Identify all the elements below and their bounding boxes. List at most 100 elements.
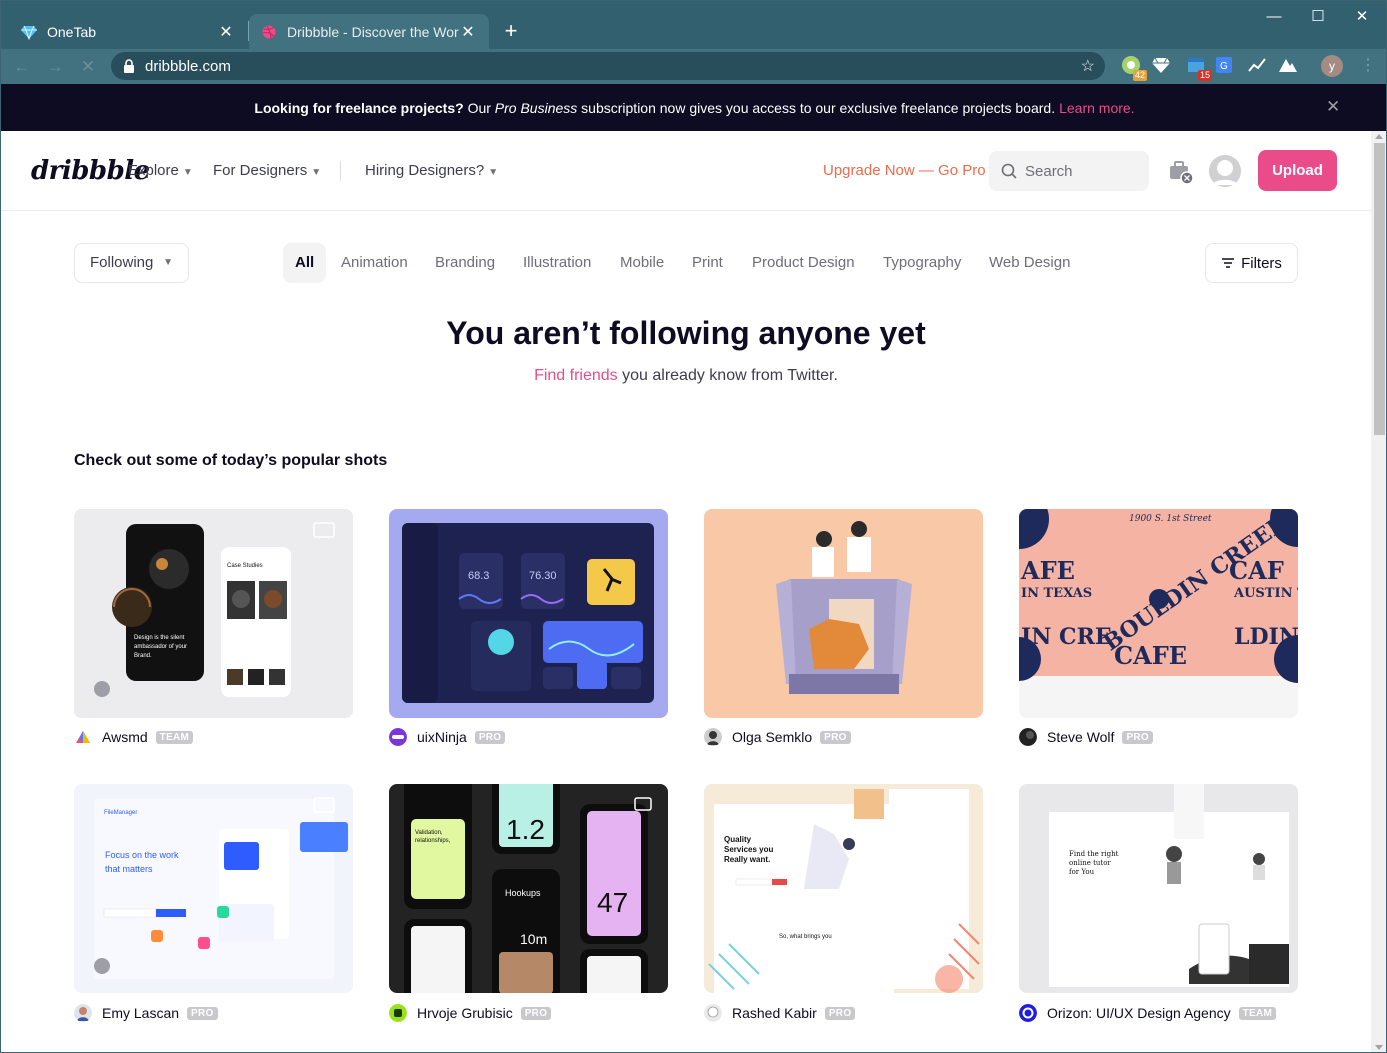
pro-badge: PRO bbox=[474, 730, 506, 744]
shot-thumbnail[interactable]: 68.3 76.30 bbox=[389, 509, 668, 718]
forward-button[interactable]: → bbox=[44, 56, 66, 78]
stop-button[interactable]: ✕ bbox=[77, 56, 99, 78]
chevron-down-icon: ▼ bbox=[488, 167, 499, 178]
maximize-button[interactable]: ☐ bbox=[1298, 7, 1338, 27]
address-bar[interactable]: dribbble.com ☆ bbox=[111, 52, 1105, 80]
category-print[interactable]: Print bbox=[692, 243, 723, 283]
nav-for-designers[interactable]: For Designers ▼ bbox=[213, 162, 321, 179]
shot-thumbnail[interactable]: Find the right online tutor for You bbox=[1019, 784, 1298, 993]
upgrade-link[interactable]: Upgrade Now — Go Pro bbox=[823, 162, 986, 179]
close-icon[interactable]: ✕ bbox=[217, 22, 235, 42]
following-dropdown[interactable]: Following ▼ bbox=[74, 243, 189, 283]
chevron-down-icon: ▼ bbox=[182, 167, 193, 178]
new-tab-button[interactable]: + bbox=[498, 19, 524, 45]
shot-author[interactable]: Emy Lascan PRO bbox=[74, 1002, 218, 1024]
upload-button[interactable]: Upload bbox=[1258, 150, 1337, 191]
search-placeholder: Search bbox=[1025, 162, 1073, 180]
svg-text:ambassador of your: ambassador of your bbox=[134, 644, 187, 650]
svg-text:relationships,: relationships, bbox=[415, 838, 451, 844]
user-avatar[interactable] bbox=[1209, 155, 1241, 187]
author-name: Steve Wolf bbox=[1047, 729, 1115, 745]
svg-text:online tutor: online tutor bbox=[1069, 859, 1111, 867]
author-name: Rashed Kabir bbox=[732, 1005, 817, 1021]
category-all[interactable]: All bbox=[283, 243, 327, 283]
close-window-button[interactable]: ✕ bbox=[1342, 7, 1382, 27]
banner-mid: Our bbox=[467, 99, 491, 116]
svg-text:Focus on the work: Focus on the work bbox=[105, 850, 179, 860]
shot-author[interactable]: Awsmd TEAM bbox=[74, 726, 194, 748]
page-scrollbar[interactable] bbox=[1371, 131, 1386, 1052]
shot-author[interactable]: Orizon: UI/UX Design Agency TEAM bbox=[1019, 1002, 1277, 1024]
shot-thumbnail[interactable]: 1900 S. 1st Street AFE IN TEXAS CAF AUST… bbox=[1019, 509, 1298, 718]
category-animation[interactable]: Animation bbox=[341, 243, 408, 283]
shot-author[interactable]: Steve Wolf PRO bbox=[1019, 726, 1154, 748]
avatar bbox=[74, 1004, 92, 1022]
find-friends-link[interactable]: Find friends bbox=[534, 367, 618, 384]
shot-thumbnail[interactable]: Design is the silent ambassador of your … bbox=[74, 509, 353, 718]
scrollbar-thumb[interactable] bbox=[1374, 143, 1385, 435]
chrome-ext-icon[interactable]: 42 bbox=[1121, 55, 1147, 81]
chart-ext-icon[interactable] bbox=[1247, 55, 1269, 77]
shot-author[interactable]: Olga Semklo PRO bbox=[704, 726, 851, 748]
filters-button[interactable]: Filters bbox=[1205, 243, 1298, 283]
close-icon[interactable]: ✕ bbox=[1326, 97, 1340, 117]
menu-icon[interactable]: ⋮ bbox=[1360, 55, 1376, 75]
diamond-ext-icon[interactable] bbox=[1151, 55, 1173, 77]
shot-thumbnail[interactable]: Validation, relationships, 1.2 Hookups 1… bbox=[389, 784, 668, 993]
avatar bbox=[704, 1004, 722, 1022]
browser-toolbar: ← → ✕ dribbble.com ☆ 42 15 G y ⋮ bbox=[1, 49, 1386, 84]
following-label: Following bbox=[90, 254, 154, 271]
team-badge: TEAM bbox=[155, 730, 194, 744]
svg-text:Hookups: Hookups bbox=[505, 888, 541, 898]
category-branding[interactable]: Branding bbox=[435, 243, 495, 283]
author-name: uixNinja bbox=[417, 729, 467, 745]
category-typography[interactable]: Typography bbox=[883, 243, 961, 283]
nav-divider bbox=[340, 161, 341, 181]
category-mobile[interactable]: Mobile bbox=[620, 243, 664, 283]
popular-shots-heading: Check out some of today’s popular shots bbox=[74, 452, 388, 469]
shot-author[interactable]: Rashed Kabir PRO bbox=[704, 1002, 856, 1024]
scroll-up-arrow[interactable] bbox=[1375, 134, 1383, 139]
mountain-ext-icon[interactable] bbox=[1278, 55, 1300, 77]
tab-title: OneTab bbox=[47, 23, 97, 40]
chevron-down-icon: ▼ bbox=[311, 167, 322, 178]
svg-text:76.30: 76.30 bbox=[529, 570, 557, 582]
minimize-button[interactable]: — bbox=[1254, 7, 1294, 27]
shot-thumbnail[interactable]: FileManager Focus on the work that matte… bbox=[74, 784, 353, 993]
svg-text:1900 S. 1st Street: 1900 S. 1st Street bbox=[1129, 514, 1212, 524]
tab-dribbble[interactable]: Dribbble - Discover the World ✕ bbox=[249, 14, 489, 49]
ext-badge: 42 bbox=[1132, 70, 1147, 81]
category-web-design[interactable]: Web Design bbox=[989, 243, 1070, 283]
svg-text:FileManager: FileManager bbox=[104, 810, 137, 816]
briefcase-icon[interactable] bbox=[1167, 158, 1195, 186]
svg-text:10m: 10m bbox=[520, 931, 547, 947]
back-button[interactable]: ← bbox=[11, 56, 33, 78]
learn-more-link[interactable]: Learn more. bbox=[1059, 100, 1134, 116]
profile-avatar[interactable]: y bbox=[1321, 55, 1343, 77]
svg-text:Quality: Quality bbox=[724, 835, 752, 844]
lock-icon bbox=[124, 59, 134, 73]
filter-icon bbox=[1222, 258, 1235, 268]
nav-hiring-designers[interactable]: Hiring Designers? ▼ bbox=[365, 162, 498, 179]
bookmark-star-icon[interactable]: ☆ bbox=[1081, 56, 1095, 76]
svg-text:Design is the silent: Design is the silent bbox=[134, 635, 185, 641]
search-input[interactable]: Search bbox=[989, 151, 1149, 191]
shot-author[interactable]: Hrvoje Grubisic PRO bbox=[389, 1002, 552, 1024]
close-icon[interactable]: ✕ bbox=[459, 22, 477, 42]
nav-explore[interactable]: Explore ▼ bbox=[128, 162, 193, 179]
svg-text:LDIN: LDIN bbox=[1234, 624, 1298, 650]
avatar bbox=[389, 1004, 407, 1022]
shot-thumbnail[interactable]: Quality Services you Really want. So, wh… bbox=[704, 784, 983, 993]
translate-ext-icon[interactable]: G bbox=[1214, 55, 1236, 77]
tab-onetab[interactable]: OneTab ✕ bbox=[9, 14, 247, 49]
svg-text:Validation,: Validation, bbox=[415, 830, 443, 836]
shot-author[interactable]: uixNinja PRO bbox=[389, 726, 506, 748]
pro-badge: PRO bbox=[187, 1006, 218, 1020]
shot-thumbnail[interactable] bbox=[704, 509, 983, 718]
category-product-design[interactable]: Product Design bbox=[752, 243, 855, 283]
calendar-ext-icon[interactable]: 15 bbox=[1186, 55, 1212, 81]
pro-badge: PRO bbox=[520, 1006, 552, 1020]
scroll-down-arrow[interactable] bbox=[1375, 1045, 1383, 1050]
category-illustration[interactable]: Illustration bbox=[523, 243, 591, 283]
dribbble-favicon-icon bbox=[262, 25, 276, 39]
